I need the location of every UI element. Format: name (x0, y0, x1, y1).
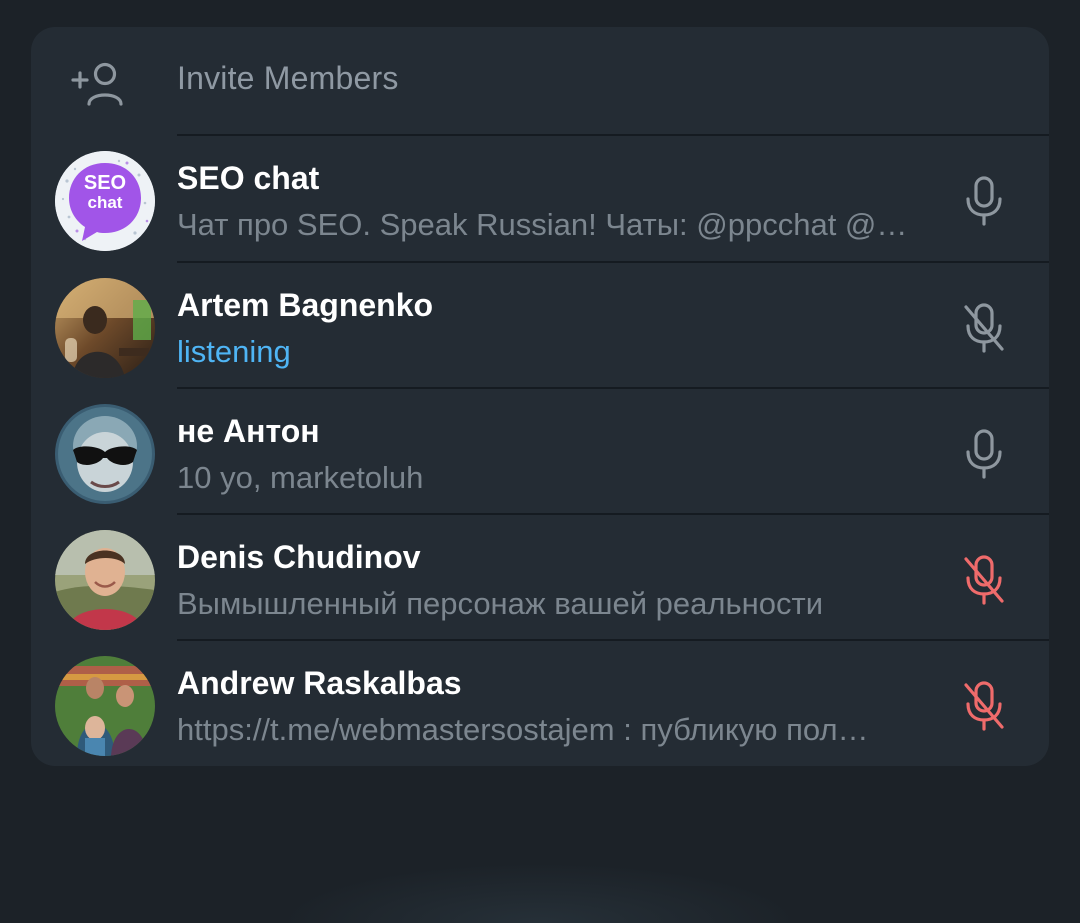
participant-row[interactable]: Denis Chudinov Вымышленный персонаж ваше… (31, 515, 1049, 641)
participant-row[interactable]: SEO chat SEO chat Чат про SEO. Speak Rus… (31, 136, 1049, 262)
avatar: SEO chat (55, 151, 155, 251)
microphone-icon[interactable] (957, 174, 1011, 228)
participant-status: 10 yo, marketoluh (177, 460, 424, 495)
participant-name: Denis Chudinov (177, 539, 421, 575)
invite-members-button[interactable]: Invite Members (31, 27, 1049, 135)
avatar-logo-text: SEO chat (83, 172, 127, 212)
avatar (55, 656, 155, 756)
participant-row[interactable]: не Антон 10 yo, marketoluh (31, 389, 1049, 515)
avatar (55, 530, 155, 630)
microphone-muted-icon[interactable] (957, 553, 1011, 607)
microphone-muted-icon[interactable] (957, 679, 1011, 733)
participant-status: Чат про SEO. Speak Russian! Чаты: @ppcch… (177, 207, 908, 242)
participant-name: Andrew Raskalbas (177, 665, 462, 701)
participant-status: Вымышленный персонаж вашей реальности (177, 586, 824, 621)
avatar (55, 278, 155, 378)
participant-row[interactable]: Artem Bagnenko listening (31, 263, 1049, 389)
microphone-muted-icon[interactable] (957, 301, 1011, 355)
microphone-icon[interactable] (957, 427, 1011, 481)
invite-members-label: Invite Members (177, 60, 399, 96)
participant-row[interactable]: Andrew Raskalbas https://t.me/webmasters… (31, 641, 1049, 766)
participant-name: SEO chat (177, 160, 320, 196)
participant-name: не Антон (177, 413, 320, 449)
add-user-icon (71, 62, 123, 106)
participant-status: listening (177, 334, 291, 369)
avatar (55, 404, 155, 504)
voice-chat-participants-panel: Invite Members SEO chat SEO chat Чат про… (31, 27, 1049, 766)
participant-status: https://t.me/webmastersostajem : публику… (177, 712, 869, 747)
participant-name: Artem Bagnenko (177, 287, 434, 323)
